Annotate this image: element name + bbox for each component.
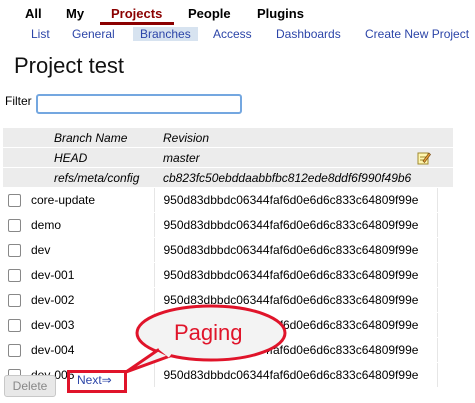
callout-label: Paging [174, 320, 243, 345]
